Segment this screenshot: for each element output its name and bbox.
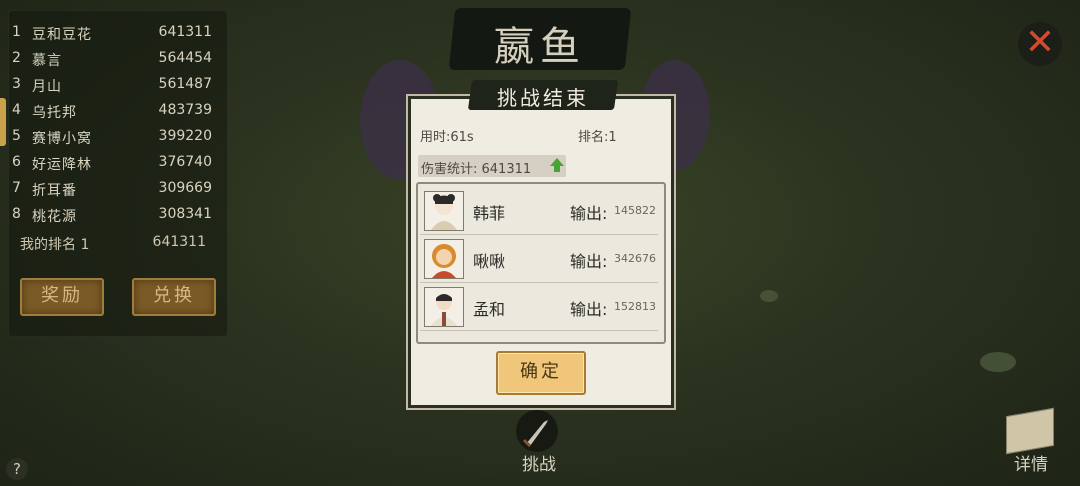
rank-number: 1 <box>12 24 21 40</box>
player-score: 564454 <box>158 50 212 66</box>
damage-stats: 伤害统计: 641311 <box>421 162 532 177</box>
leaderboard-row: 6 好运降林 376740 <box>12 152 212 176</box>
hero-row: 韩菲 输出: 145822 <box>420 186 658 234</box>
panel-tab-handle[interactable] <box>0 98 6 146</box>
leaderboard-row: 2 慕言 564454 <box>12 48 212 72</box>
hero-name: 韩菲 <box>473 204 506 223</box>
close-icon[interactable]: ✕ <box>1018 22 1062 66</box>
output-label: 输出: <box>570 300 608 319</box>
player-name: 慕言 <box>32 53 62 69</box>
rank-number: 4 <box>12 102 21 118</box>
output-label: 输出: <box>570 204 608 223</box>
my-rank-row: 我的排名 1 641311 <box>20 234 206 254</box>
output-value: 342676 <box>614 252 656 265</box>
output-value: 145822 <box>614 204 656 217</box>
rank-result: 排名:1 <box>578 130 617 145</box>
hero-row: 啾啾 输出: 342676 <box>420 234 658 282</box>
hero-portrait <box>424 287 464 327</box>
challenge-label[interactable]: 挑战 <box>516 450 562 475</box>
page-title: 嬴鱼 <box>494 24 586 70</box>
player-score: 641311 <box>158 24 212 40</box>
rank-number: 7 <box>12 180 21 196</box>
time-used: 用时:61s <box>420 130 474 145</box>
hero-row: 孟和 输出: 152813 <box>420 282 658 330</box>
sword-icon[interactable] <box>516 410 558 452</box>
confirm-button[interactable]: 确定 <box>496 351 586 395</box>
help-icon[interactable]: ? <box>6 458 28 480</box>
rank-number: 3 <box>12 76 21 92</box>
player-score: 376740 <box>158 154 212 170</box>
exchange-button[interactable]: 兑换 <box>132 278 216 316</box>
player-score: 399220 <box>158 128 212 144</box>
player-name: 桃花源 <box>32 209 77 225</box>
rank-number: 6 <box>12 154 21 170</box>
rank-number: 8 <box>12 206 21 222</box>
scroll-icon[interactable] <box>1006 407 1054 455</box>
leaderboard-row: 5 赛博小窝 399220 <box>12 126 212 150</box>
my-score: 641311 <box>152 234 206 250</box>
player-name: 赛博小窝 <box>32 131 92 147</box>
hero-portrait <box>424 239 464 279</box>
background-rock <box>980 352 1016 372</box>
rank-number: 5 <box>12 128 21 144</box>
player-name: 豆和豆花 <box>32 27 92 43</box>
leaderboard-row: 1 豆和豆花 641311 <box>12 22 212 46</box>
leaderboard-row: 8 桃花源 308341 <box>12 204 212 228</box>
arrow-up-icon <box>550 158 564 166</box>
player-score: 308341 <box>158 206 212 222</box>
rank-number: 2 <box>12 50 21 66</box>
hero-name: 啾啾 <box>473 252 506 271</box>
reward-button[interactable]: 奖励 <box>20 278 104 316</box>
row-divider <box>420 330 658 331</box>
leaderboard-row: 4 乌托邦 483739 <box>12 100 212 124</box>
player-score: 309669 <box>158 180 212 196</box>
player-name: 乌托邦 <box>32 105 77 121</box>
hero-portrait <box>424 191 464 231</box>
modal-title: 挑战结束 <box>497 86 589 110</box>
output-label: 输出: <box>570 252 608 271</box>
player-score: 561487 <box>158 76 212 92</box>
player-name: 月山 <box>32 79 62 95</box>
player-name: 好运降林 <box>32 157 92 173</box>
arrow-up-icon-stem <box>554 166 560 172</box>
output-value: 152813 <box>614 300 656 313</box>
player-score: 483739 <box>158 102 212 118</box>
details-label[interactable]: 详情 <box>1004 450 1058 475</box>
leaderboard-row: 3 月山 561487 <box>12 74 212 98</box>
my-rank-label: 我的排名 1 <box>20 237 90 253</box>
background-rock <box>760 290 778 302</box>
player-name: 折耳番 <box>32 183 77 199</box>
leaderboard-row: 7 折耳番 309669 <box>12 178 212 202</box>
hero-name: 孟和 <box>473 300 506 319</box>
